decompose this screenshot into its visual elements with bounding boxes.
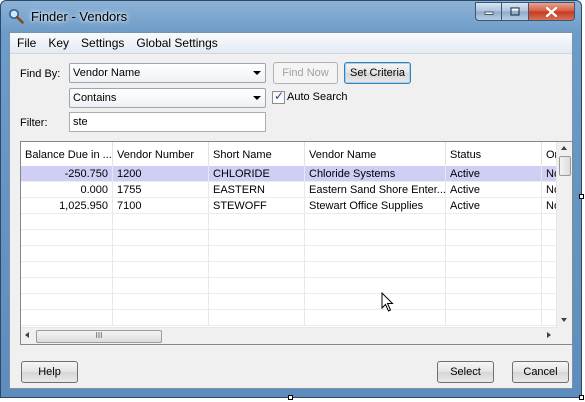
chevron-down-icon — [253, 71, 261, 75]
cell-vendor-number: 1755 — [113, 182, 209, 198]
cell-short-name: EASTERN — [209, 182, 305, 198]
resize-handle-corner[interactable] — [579, 395, 584, 400]
col-header-short-name[interactable]: Short Name — [209, 142, 305, 166]
grid-viewport: Balance Due in ... Vendor Number Short N… — [21, 142, 558, 328]
empty-row — [21, 214, 558, 230]
empty-row — [21, 262, 558, 278]
filter-input[interactable] — [70, 113, 265, 131]
horizontal-scrollbar[interactable]: III — [21, 327, 558, 344]
cell-balance: 0.000 — [21, 182, 113, 198]
filter-label: Filter: — [20, 117, 48, 129]
horizontal-scroll-thumb[interactable]: III — [36, 330, 162, 343]
cell-status: Active — [446, 166, 542, 182]
scroll-corner — [557, 328, 572, 344]
table-row[interactable]: 1,025.950 7100 STEWOFF Stewart Office Su… — [21, 198, 558, 214]
maximize-icon — [510, 7, 520, 16]
resize-handle-bottom[interactable] — [288, 395, 293, 400]
menu-key[interactable]: Key — [43, 36, 74, 50]
cell-vendor-name: Stewart Office Supplies — [305, 198, 446, 214]
mouse-cursor-icon — [381, 292, 394, 312]
maximize-button[interactable] — [502, 2, 529, 21]
menu-file[interactable]: File — [12, 36, 41, 50]
col-header-vendor-name[interactable]: Vendor Name — [305, 142, 446, 166]
table-row[interactable]: 0.000 1755 EASTERN Eastern Sand Shore En… — [21, 182, 558, 198]
col-header-balance[interactable]: Balance Due in ... — [21, 142, 113, 166]
title-bar[interactable]: Finder - Vendors — [1, 1, 581, 31]
menu-bar: File Key Settings Global Settings — [10, 33, 572, 54]
scroll-up-icon[interactable] — [561, 146, 567, 150]
window-title: Finder - Vendors — [31, 9, 128, 24]
resize-handle-right[interactable] — [579, 194, 584, 199]
client-area: File Key Settings Global Settings Find B… — [9, 32, 573, 389]
results-grid[interactable]: Balance Due in ... Vendor Number Short N… — [20, 141, 573, 345]
menu-settings[interactable]: Settings — [76, 36, 129, 50]
empty-row — [21, 230, 558, 246]
auto-search-checkbox[interactable]: ✓ — [272, 89, 285, 104]
cancel-button[interactable]: Cancel — [512, 361, 569, 383]
grid-header: Balance Due in ... Vendor Number Short N… — [21, 142, 558, 167]
empty-row — [21, 246, 558, 262]
find-by-field-select[interactable]: Vendor Name — [69, 63, 266, 83]
chevron-down-icon — [253, 96, 261, 100]
col-header-status[interactable]: Status — [446, 142, 542, 166]
col-header-vendor-number[interactable]: Vendor Number — [113, 142, 209, 166]
caption-buttons — [475, 2, 575, 22]
close-icon — [546, 6, 557, 17]
cell-status: Active — [446, 198, 542, 214]
table-row[interactable]: -250.750 1200 CHLORIDE Chloride Systems … — [21, 166, 558, 182]
cell-short-name: CHLORIDE — [209, 166, 305, 182]
help-button[interactable]: Help — [21, 361, 78, 383]
finder-window: Finder - Vendors File Key Settings Globa… — [0, 0, 582, 398]
cell-balance: 1,025.950 — [21, 198, 113, 214]
minimize-icon — [484, 11, 493, 15]
checkmark-icon: ✓ — [274, 89, 285, 103]
operator-value: Contains — [73, 92, 117, 104]
menu-global-settings[interactable]: Global Settings — [131, 36, 222, 50]
find-by-label: Find By: — [20, 68, 61, 80]
set-criteria-button[interactable]: Set Criteria — [344, 62, 411, 84]
cell-vendor-name: Chloride Systems — [305, 166, 446, 182]
cell-vendor-number: 1200 — [113, 166, 209, 182]
magnifier-icon — [9, 9, 24, 24]
cell-vendor-number: 7100 — [113, 198, 209, 214]
vertical-scroll-thumb[interactable] — [559, 156, 571, 176]
empty-row — [21, 278, 558, 294]
close-button[interactable] — [529, 2, 575, 21]
cell-short-name: STEWOFF — [209, 198, 305, 214]
scroll-down-icon[interactable] — [561, 318, 567, 322]
scroll-right-icon[interactable] — [547, 332, 551, 338]
cell-vendor-name: Eastern Sand Shore Enter... — [305, 182, 446, 198]
filter-field[interactable] — [69, 112, 266, 132]
minimize-button[interactable] — [475, 2, 502, 21]
cell-balance: -250.750 — [21, 166, 113, 182]
empty-row — [21, 294, 558, 310]
vertical-scrollbar[interactable] — [556, 142, 572, 328]
auto-search-label[interactable]: Auto Search — [287, 91, 348, 103]
cell-status: Active — [446, 182, 542, 198]
select-button[interactable]: Select — [437, 361, 494, 383]
operator-select[interactable]: Contains — [69, 88, 266, 108]
scroll-left-icon[interactable] — [25, 332, 29, 338]
find-now-button[interactable]: Find Now — [273, 62, 338, 84]
empty-row — [21, 310, 558, 326]
find-by-field-value: Vendor Name — [73, 67, 141, 79]
